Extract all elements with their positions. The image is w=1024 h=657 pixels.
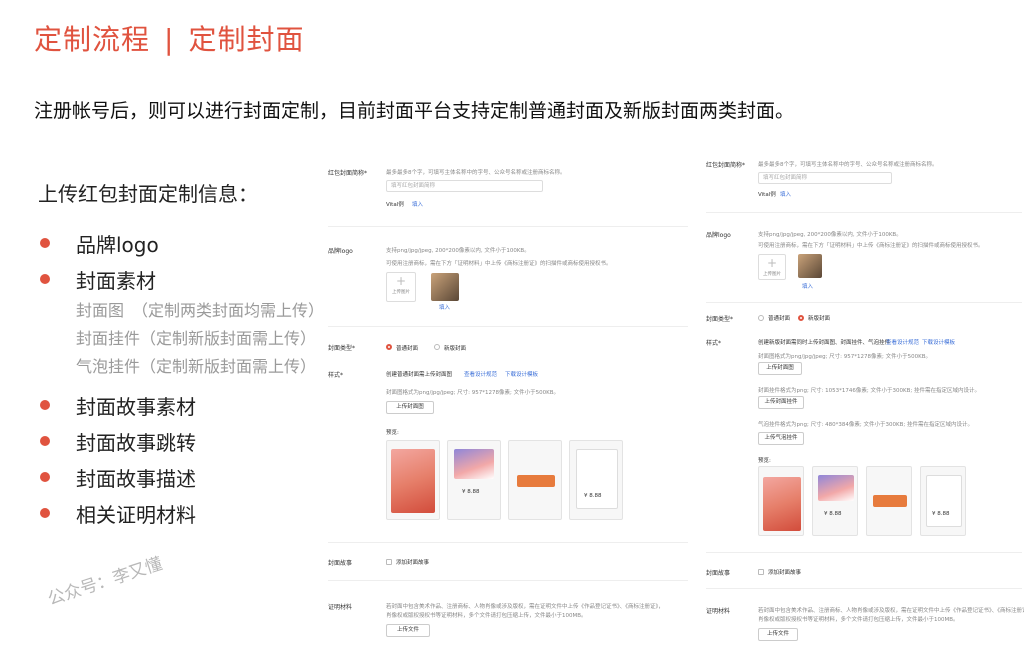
logo-label: 品牌logo (706, 232, 731, 239)
radio-new-cover[interactable] (798, 315, 804, 321)
pendant-image (517, 475, 555, 487)
preview-chat (866, 466, 912, 536)
list-item: 封面故事描述 (38, 459, 338, 495)
name-input[interactable]: 填写红包封面简称 (758, 172, 892, 184)
divider (706, 302, 1022, 303)
fill-in-link[interactable]: 填入 (412, 200, 423, 208)
story-label: 封面故事 (706, 570, 731, 577)
radio-normal-cover[interactable] (758, 315, 764, 321)
add-story-checkbox[interactable] (758, 569, 764, 575)
new-cover-form: 红包封面简称* 最多最多8个字，可填写主体名称中的字号、公众号名称或注册商标名称… (700, 150, 1024, 650)
proof-label: 证明材料 (706, 608, 731, 615)
preview-open: ¥ 8.88 (447, 440, 501, 520)
bullet-dot (40, 238, 50, 248)
radio-normal-cover[interactable] (386, 344, 392, 350)
sub-item: 封面挂件（定制新版封面需上传） (76, 329, 317, 348)
bullet-dot (40, 400, 50, 410)
logo-thumbnail (431, 273, 459, 301)
logo-hint: 支持png/jpg/jpeg, 200*200像素以内, 文件小于100KB。 (386, 248, 530, 254)
divider (706, 212, 1022, 213)
name-input[interactable]: 填写红包封面简称 (386, 180, 543, 192)
logo-thumbnail (798, 254, 822, 278)
sub-item: 封面图 （定制两类封面均需上传） (76, 301, 325, 320)
upload-pendant-button[interactable]: 上传封面挂件 (758, 396, 804, 409)
upload-bubble-button[interactable]: 上传气泡挂件 (758, 432, 804, 445)
intro-text: 注册帐号后，则可以进行封面定制，目前封面平台支持定制普通封面及新版封面两类封面。 (34, 100, 795, 122)
pendant-image (873, 495, 907, 507)
detail-card (576, 449, 618, 509)
download-template-link[interactable]: 下载设计模板 (922, 338, 955, 346)
bullet-dot (40, 472, 50, 482)
name-hint: 最多最多8个字，可填写主体名称中的字号、公众号名称或注册商标名称。 (386, 170, 566, 176)
add-story-checkbox[interactable] (386, 559, 392, 565)
bullet-dot (40, 508, 50, 518)
preview-cover (386, 440, 440, 520)
fill-in-link[interactable]: 填入 (802, 282, 813, 290)
style-label: 样式* (328, 372, 344, 379)
title-separator: | (164, 23, 175, 56)
type-label: 封面类型* (706, 316, 734, 323)
divider (328, 226, 688, 227)
upload-info-list: 上传红包封面定制信息： 品牌logo 封面素材 封面图 （定制两类封面均需上传）… (38, 178, 338, 531)
bullet-dot (40, 274, 50, 284)
list-item: 相关证明材料 (38, 495, 338, 531)
view-spec-link[interactable]: 查看设计规范 (464, 370, 497, 378)
preview-open: ¥ 8.88 (812, 466, 858, 536)
upload-file-button[interactable]: 上传文件 (386, 624, 430, 637)
fill-in-link[interactable]: 填入 (439, 303, 450, 311)
vital-text: Vital例 (386, 202, 404, 208)
list-item: 品牌logo (38, 225, 338, 261)
list-item: 封面素材 (38, 261, 338, 297)
upload-cover-button[interactable]: 上传封面图 (758, 362, 802, 375)
normal-cover-form: 红包封面简称* 最多最多8个字，可填写主体名称中的字号、公众号名称或注册商标名称… (322, 160, 692, 650)
divider (328, 580, 688, 581)
cover-image (391, 449, 435, 513)
plus-icon: + (395, 274, 407, 288)
preview-detail: ¥ 8.88 (569, 440, 623, 520)
title-main: 定制流程 (34, 23, 151, 56)
cover-image (454, 449, 494, 479)
name-label: 红包封面简称* (328, 170, 368, 177)
title-sub: 定制封面 (188, 23, 305, 56)
divider (328, 542, 688, 543)
type-label: 封面类型* (328, 345, 356, 352)
list-item: 封面故事素材 (38, 387, 338, 423)
divider (706, 552, 1022, 553)
upload-logo-button[interactable]: + 上传图片 (386, 272, 416, 302)
list-heading: 上传红包封面定制信息： (38, 182, 258, 206)
bullet-dot (40, 436, 50, 446)
preview-cover (758, 466, 804, 536)
plus-icon: + (766, 256, 778, 270)
cover-hint: 封面图格式为png/jpg/jpeg; 尺寸: 957*1278像素; 文件小于… (386, 390, 560, 396)
preview-detail: ¥ 8.88 (920, 466, 966, 536)
story-label: 封面故事 (328, 560, 353, 567)
radio-new-cover[interactable] (434, 344, 440, 350)
divider (328, 326, 688, 327)
watermark: 公众号：李又懂 (45, 553, 165, 610)
fill-in-link[interactable]: 填入 (780, 190, 791, 198)
view-spec-link[interactable]: 查看设计规范 (886, 338, 919, 346)
upload-logo-button[interactable]: + 上传图片 (758, 254, 786, 280)
proof-label: 证明材料 (328, 604, 353, 611)
sub-item: 气泡挂件（定制新版封面需上传） (76, 357, 317, 376)
cover-image (763, 477, 801, 531)
detail-card (926, 475, 962, 527)
style-label: 样式* (706, 340, 722, 347)
preview-chat (508, 440, 562, 520)
logo-hint: 可使用注册商标，需在下方「证明材料」中上传《商标注册证》的扫描件或商标使用授权书… (386, 261, 612, 267)
cover-image (818, 475, 854, 501)
upload-file-button[interactable]: 上传文件 (758, 628, 798, 641)
divider (706, 588, 1022, 589)
logo-label: 品牌logo (328, 248, 353, 255)
upload-cover-button[interactable]: 上传封面图 (386, 401, 434, 414)
list-item: 封面故事跳转 (38, 423, 338, 459)
download-template-link[interactable]: 下载设计模板 (505, 370, 538, 378)
name-label: 红包封面简称* (706, 162, 746, 169)
page-title: 定制流程 | 定制封面 (34, 18, 304, 58)
